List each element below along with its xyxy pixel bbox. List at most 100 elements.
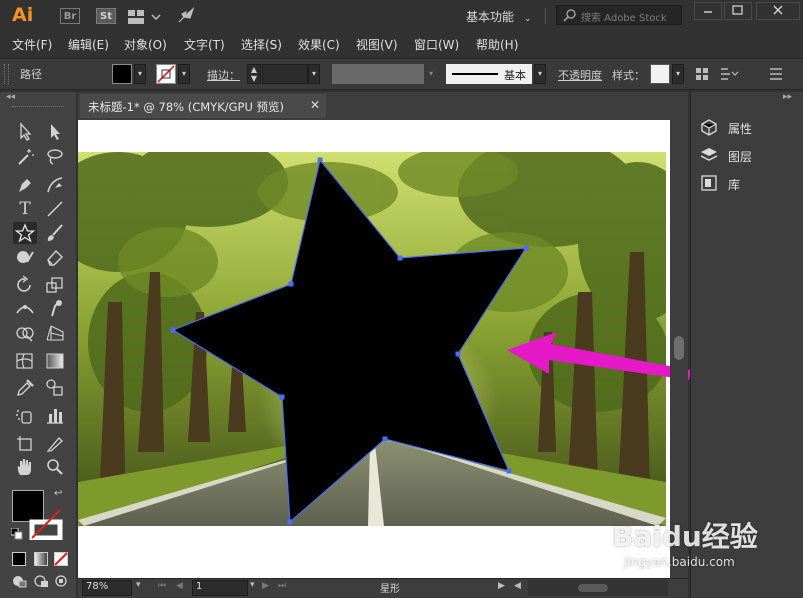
align-icon[interactable] — [694, 66, 710, 85]
menu-object[interactable]: 对象(O) — [124, 36, 167, 53]
profile-dropdown[interactable]: ▾ — [424, 64, 438, 84]
zoom-tool-icon[interactable] — [43, 456, 67, 478]
selection-tool-icon[interactable] — [13, 120, 37, 142]
default-colors-icon[interactable] — [10, 527, 23, 543]
artboard-number-field[interactable]: 1 — [192, 580, 248, 596]
none-mode-icon[interactable] — [54, 552, 68, 569]
mesh-tool-icon[interactable] — [13, 350, 37, 372]
direct-selection-tool-icon[interactable] — [43, 120, 67, 142]
document-tab[interactable]: 未标题-1* @ 78% (CMYK/GPU 预览) ✕ — [80, 94, 326, 118]
horizontal-scrollbar[interactable] — [528, 580, 668, 596]
workspace-switcher[interactable]: 基本功能 ⌄ — [466, 8, 531, 25]
slice-tool-icon[interactable] — [43, 432, 67, 454]
stroke-weight-input[interactable] — [262, 64, 308, 84]
lasso-icon[interactable] — [43, 146, 67, 168]
variable-width-profile[interactable] — [332, 64, 424, 84]
toolbar-grip[interactable] — [12, 106, 64, 109]
minimize-button[interactable] — [694, 2, 722, 20]
search-icon — [563, 8, 577, 25]
width-tool-icon[interactable] — [13, 298, 37, 320]
pen-tool-icon[interactable] — [13, 174, 37, 196]
gradient-mode-icon[interactable] — [34, 552, 48, 566]
brush-dropdown[interactable]: ▾ — [534, 64, 546, 84]
opacity-label[interactable]: 不透明度 — [558, 67, 602, 83]
menu-edit[interactable]: 编辑(E) — [68, 36, 109, 53]
zoom-level-field[interactable]: 78% — [82, 580, 132, 596]
previous-artboard-icon[interactable]: ◀ — [176, 581, 183, 591]
eraser-tool-icon[interactable] — [43, 246, 67, 268]
stock-button[interactable]: St — [96, 8, 116, 24]
panel-properties-label: 属性 — [728, 122, 753, 136]
line-segment-tool-icon[interactable] — [43, 198, 67, 220]
selection-type-label: 路径 — [20, 68, 42, 81]
magic-wand-icon[interactable] — [13, 146, 37, 168]
stock-search-input[interactable]: 搜索 Adobe Stock — [556, 5, 682, 25]
scroll-left-icon[interactable]: ◀ — [514, 581, 521, 591]
panel-libraries-label: 库 — [728, 178, 741, 192]
symbol-sprayer-icon[interactable] — [13, 404, 37, 426]
paintbrush-tool-icon[interactable] — [43, 222, 67, 244]
perspective-grid-icon[interactable] — [43, 322, 67, 344]
panel-menu-icon[interactable] — [768, 66, 784, 85]
bridge-button[interactable]: Br — [60, 8, 80, 24]
menu-effect[interactable]: 效果(C) — [298, 36, 340, 53]
type-tool-icon[interactable]: T — [13, 198, 37, 220]
fill-swatch[interactable] — [112, 64, 132, 84]
menu-window[interactable]: 窗口(W) — [414, 36, 459, 53]
arrange-documents-icon[interactable] — [128, 9, 162, 28]
hand-tool-icon[interactable] — [13, 456, 37, 478]
menu-select[interactable]: 选择(S) — [241, 36, 282, 53]
status-menu-icon[interactable]: ▶ — [498, 581, 505, 591]
puppet-warp-icon[interactable] — [43, 298, 67, 320]
menu-file[interactable]: 文件(F) — [12, 36, 52, 53]
next-artboard-icon[interactable]: ▶ — [262, 581, 269, 591]
expand-panels-icon[interactable]: ▸▸ — [783, 92, 792, 102]
artboard-dropdown-icon[interactable]: ▾ — [250, 580, 255, 590]
search-placeholder: 搜索 Adobe Stock — [581, 13, 667, 24]
horizontal-scroll-thumb[interactable] — [578, 584, 608, 592]
menu-help[interactable]: 帮助(H) — [476, 36, 518, 53]
draw-behind-icon[interactable] — [34, 574, 50, 591]
last-artboard-icon[interactable]: ⏭ — [278, 581, 286, 591]
close-tab-icon[interactable]: ✕ — [310, 98, 320, 112]
first-artboard-icon[interactable]: ⏮ — [158, 581, 166, 591]
blend-tool-icon[interactable] — [43, 376, 67, 398]
maximize-button[interactable] — [724, 2, 752, 20]
gradient-tool-icon[interactable] — [43, 350, 67, 372]
shape-builder-icon[interactable] — [13, 322, 37, 344]
draw-normal-icon[interactable] — [12, 574, 28, 591]
artboard-tool-icon[interactable] — [13, 432, 37, 454]
stroke-color-swatch[interactable] — [28, 506, 64, 541]
color-mode-icon[interactable] — [12, 552, 26, 566]
stroke-weight-dropdown[interactable]: ▾ — [308, 64, 320, 84]
stroke-swatch[interactable] — [156, 64, 176, 84]
column-graph-icon[interactable] — [43, 404, 67, 426]
stroke-dropdown[interactable]: ▾ — [178, 64, 190, 84]
stroke-weight-stepper[interactable]: ▲ ▼ — [247, 64, 261, 84]
shaper-tool-icon[interactable] — [13, 246, 37, 268]
eyedropper-tool-icon[interactable] — [13, 376, 37, 398]
curvature-tool-icon[interactable] — [43, 174, 67, 196]
vertical-scrollbar[interactable] — [670, 120, 688, 578]
brush-definition[interactable]: 基本 — [446, 64, 532, 84]
rotate-tool-icon[interactable] — [13, 274, 37, 296]
swap-fill-stroke-icon[interactable]: ↩ — [54, 488, 62, 499]
menu-view[interactable]: 视图(V) — [356, 36, 398, 53]
screen-mode-icon[interactable] — [54, 574, 68, 591]
scale-tool-icon[interactable] — [43, 274, 67, 296]
artboard-number-value: 1 — [196, 581, 203, 592]
style-dropdown[interactable]: ▾ — [672, 64, 684, 84]
vertical-scroll-thumb[interactable] — [674, 336, 684, 360]
collapse-panel-icon[interactable]: ◂◂ — [6, 92, 15, 102]
zoom-dropdown-icon[interactable]: ▾ — [136, 580, 141, 590]
star-tool-icon[interactable] — [13, 222, 37, 244]
stroke-label[interactable]: 描边： — [207, 67, 240, 83]
close-window-button[interactable] — [756, 2, 800, 20]
menu-type[interactable]: 文字(T) — [184, 36, 225, 53]
grip-handle[interactable] — [4, 64, 9, 84]
rocket-icon[interactable] — [176, 7, 196, 28]
panel-layers-label: 图层 — [728, 150, 753, 164]
transform-icon[interactable] — [718, 66, 740, 85]
fill-dropdown[interactable]: ▾ — [134, 64, 146, 84]
graphic-style-swatch[interactable] — [650, 64, 670, 84]
